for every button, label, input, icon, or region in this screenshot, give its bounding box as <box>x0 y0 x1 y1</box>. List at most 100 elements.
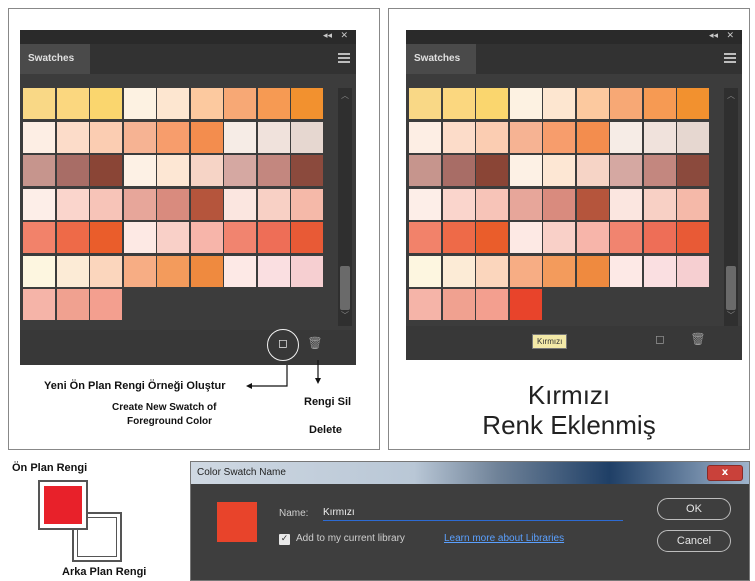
swatch[interactable] <box>576 88 609 119</box>
swatch[interactable] <box>677 222 709 253</box>
swatch[interactable] <box>677 121 709 153</box>
swatch[interactable] <box>224 121 256 153</box>
swatch[interactable] <box>509 222 542 253</box>
swatch[interactable] <box>409 155 441 186</box>
swatch[interactable] <box>56 289 89 320</box>
panel-menu-icon[interactable] <box>338 53 350 63</box>
swatch[interactable] <box>409 188 441 220</box>
swatch[interactable] <box>291 88 323 119</box>
library-checkbox[interactable]: ✓ <box>279 534 290 545</box>
swatch[interactable] <box>56 121 89 153</box>
swatch[interactable] <box>224 222 256 253</box>
swatch[interactable] <box>123 255 156 287</box>
swatch[interactable] <box>643 188 676 220</box>
swatch[interactable] <box>442 255 475 287</box>
swatch[interactable] <box>543 255 575 287</box>
swatch[interactable] <box>543 88 575 119</box>
swatch[interactable] <box>442 222 475 253</box>
swatch[interactable] <box>224 155 256 186</box>
swatch[interactable] <box>157 222 189 253</box>
swatch[interactable] <box>291 255 323 287</box>
swatch[interactable] <box>643 255 676 287</box>
swatch[interactable] <box>509 255 542 287</box>
scroll-up-icon[interactable]: ︿ <box>727 90 735 101</box>
swatch[interactable] <box>157 121 189 153</box>
scrollbar[interactable]: ︿ ﹀ <box>338 88 352 326</box>
swatch[interactable] <box>543 188 575 220</box>
trash-icon[interactable]: 🗑 <box>690 332 706 346</box>
new-swatch-icon[interactable]: ◻ <box>652 332 668 346</box>
foreground-color-swatch[interactable] <box>38 480 88 530</box>
scrollbar[interactable]: ︿ ﹀ <box>724 88 738 326</box>
swatch[interactable] <box>442 121 475 153</box>
swatch[interactable] <box>23 155 55 186</box>
swatch[interactable] <box>291 121 323 153</box>
swatch[interactable] <box>610 188 642 220</box>
swatch[interactable] <box>190 222 223 253</box>
swatch[interactable] <box>543 155 575 186</box>
swatch[interactable] <box>643 155 676 186</box>
swatch[interactable] <box>90 188 122 220</box>
swatch[interactable] <box>257 88 290 119</box>
swatch[interactable] <box>23 121 55 153</box>
swatch[interactable] <box>90 289 122 320</box>
swatch[interactable] <box>543 121 575 153</box>
swatch[interactable] <box>90 222 122 253</box>
tab-swatches[interactable]: Swatches <box>20 44 90 74</box>
swatch[interactable] <box>56 222 89 253</box>
swatch[interactable] <box>157 255 189 287</box>
swatch[interactable] <box>224 88 256 119</box>
swatch[interactable] <box>576 121 609 153</box>
swatch[interactable] <box>190 255 223 287</box>
swatch[interactable] <box>476 88 508 119</box>
swatch[interactable] <box>677 188 709 220</box>
swatch[interactable] <box>56 155 89 186</box>
swatch[interactable] <box>442 289 475 320</box>
swatch[interactable] <box>190 188 223 220</box>
swatch[interactable] <box>90 155 122 186</box>
swatch[interactable] <box>90 255 122 287</box>
swatch[interactable] <box>409 121 441 153</box>
swatch[interactable] <box>543 222 575 253</box>
trash-icon[interactable]: 🗑 <box>307 336 323 350</box>
swatch[interactable] <box>157 155 189 186</box>
swatch[interactable] <box>610 121 642 153</box>
swatch[interactable] <box>509 188 542 220</box>
swatch[interactable] <box>190 121 223 153</box>
swatch[interactable] <box>257 222 290 253</box>
swatch[interactable] <box>442 155 475 186</box>
collapse-icon[interactable]: ◂◂ <box>709 31 718 41</box>
swatch[interactable] <box>190 88 223 119</box>
swatch[interactable] <box>677 155 709 186</box>
swatch[interactable] <box>476 188 508 220</box>
swatch[interactable] <box>23 188 55 220</box>
swatch[interactable] <box>123 88 156 119</box>
swatch[interactable] <box>224 255 256 287</box>
swatch[interactable] <box>23 255 55 287</box>
swatch[interactable] <box>190 155 223 186</box>
swatch[interactable] <box>509 289 542 320</box>
swatch[interactable] <box>509 121 542 153</box>
swatch[interactable] <box>409 222 441 253</box>
new-swatch-icon[interactable]: ◻ <box>274 336 292 350</box>
scroll-down-icon[interactable]: ﹀ <box>341 310 349 321</box>
swatch[interactable] <box>157 88 189 119</box>
swatch[interactable] <box>409 289 441 320</box>
swatch[interactable] <box>291 188 323 220</box>
cancel-button[interactable]: Cancel <box>657 530 731 552</box>
swatch[interactable] <box>677 88 709 119</box>
swatch[interactable] <box>442 188 475 220</box>
swatch[interactable] <box>23 88 55 119</box>
swatch[interactable] <box>56 255 89 287</box>
swatch[interactable] <box>123 222 156 253</box>
swatch[interactable] <box>56 188 89 220</box>
swatch[interactable] <box>610 255 642 287</box>
swatch[interactable] <box>23 289 55 320</box>
swatch[interactable] <box>123 121 156 153</box>
swatch[interactable] <box>257 121 290 153</box>
swatch[interactable] <box>476 255 508 287</box>
swatch[interactable] <box>409 255 441 287</box>
swatch[interactable] <box>509 88 542 119</box>
swatch[interactable] <box>509 155 542 186</box>
swatch[interactable] <box>677 255 709 287</box>
